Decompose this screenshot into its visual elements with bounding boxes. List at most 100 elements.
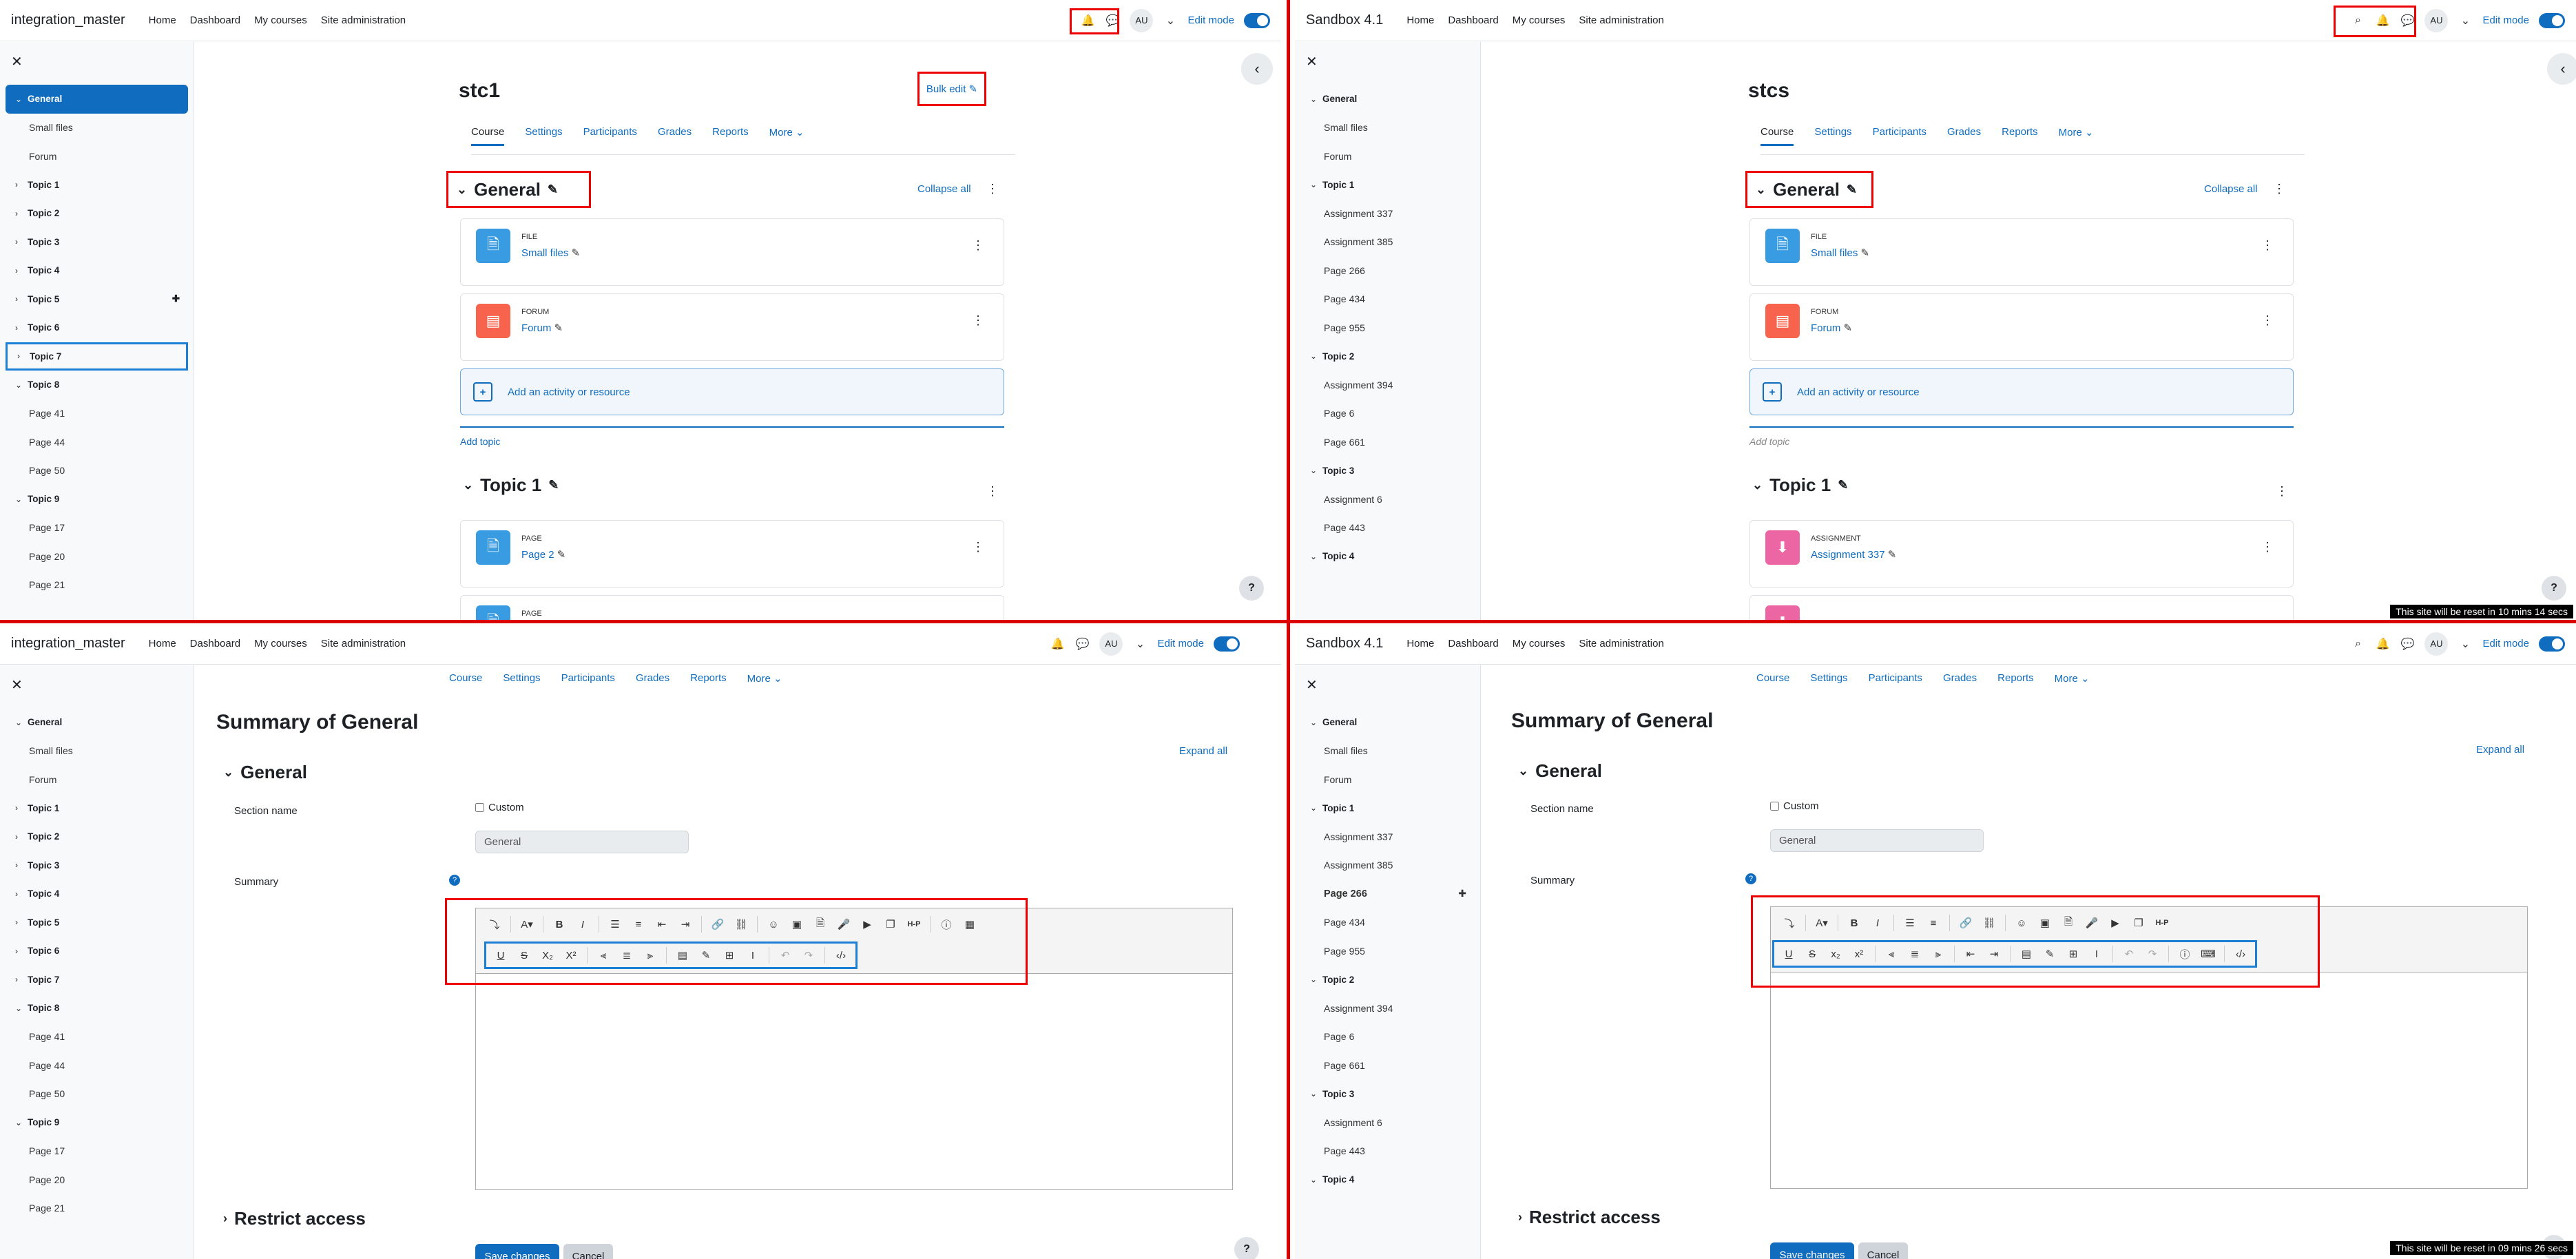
strikethrough-icon[interactable]: S bbox=[1802, 944, 1822, 964]
avatar[interactable]: AU bbox=[1130, 8, 1154, 32]
course-index-section[interactable]: ⌄ Topic 2 bbox=[1300, 342, 1475, 371]
microphone-icon[interactable]: 🎤 bbox=[833, 914, 854, 935]
media-icon[interactable]: ❐ bbox=[880, 914, 901, 935]
course-index-activity[interactable]: Assignment 385 bbox=[1300, 228, 1475, 257]
edit-icon[interactable]: ✎ bbox=[2039, 944, 2060, 964]
course-index-activity[interactable]: Assignment 6 bbox=[1300, 1108, 1475, 1137]
chevron-down-icon[interactable]: ⌄ bbox=[1310, 975, 1322, 984]
edit-mode-toggle[interactable] bbox=[1214, 636, 1240, 652]
bell-icon[interactable]: 🔔 bbox=[2375, 636, 2390, 652]
chevron-right-icon[interactable]: › bbox=[17, 351, 30, 361]
move-icon[interactable]: ✚ bbox=[1458, 888, 1466, 899]
subscript-icon[interactable]: x₂ bbox=[1825, 944, 1846, 964]
course-index-activity[interactable]: Page 50 bbox=[6, 457, 188, 486]
bulk-edit-button[interactable]: Bulk edit ✎ bbox=[917, 72, 986, 106]
course-index-activity[interactable]: Page 17 bbox=[6, 1137, 188, 1166]
tab-course[interactable]: Course bbox=[1760, 126, 1794, 146]
align-left-icon[interactable]: ⫷ bbox=[1881, 944, 1902, 964]
bell-icon[interactable]: 🔔 bbox=[1050, 636, 1065, 652]
course-index-activity[interactable]: Page 661 bbox=[1300, 428, 1475, 457]
fieldset-general[interactable]: ⌄ General bbox=[1518, 760, 1602, 782]
course-index-activity[interactable]: Page 266 ✚ bbox=[1300, 880, 1475, 908]
course-index-section[interactable]: › Topic 6 bbox=[6, 937, 188, 966]
chevron-down-icon[interactable]: ⌄ bbox=[457, 183, 467, 197]
expand-all-link[interactable]: Expand all bbox=[2476, 744, 2524, 756]
html-icon[interactable]: ‹/› bbox=[831, 945, 851, 966]
chevron-down-icon[interactable]: ⌄ bbox=[463, 478, 473, 492]
kebab-icon[interactable]: ⋮ bbox=[986, 484, 999, 499]
chat-icon[interactable]: 💬 bbox=[1105, 13, 1120, 28]
pencil-icon[interactable]: ✎ bbox=[554, 322, 563, 334]
help-icon[interactable]: ? bbox=[2542, 576, 2566, 601]
chevron-right-icon[interactable]: › bbox=[15, 975, 28, 984]
tab-grades[interactable]: Grades bbox=[1947, 126, 1981, 146]
tab-settings[interactable]: Settings bbox=[503, 672, 540, 685]
course-index-activity[interactable]: Forum bbox=[1300, 765, 1475, 794]
course-index-section[interactable]: › Topic 3 bbox=[6, 228, 188, 257]
text-cursor-icon[interactable]: I bbox=[2086, 944, 2107, 964]
course-index-activity[interactable]: Small files bbox=[1300, 737, 1475, 766]
tab-grades[interactable]: Grades bbox=[658, 126, 692, 146]
move-icon[interactable]: ✚ bbox=[172, 293, 180, 304]
calculator-icon[interactable]: ▤ bbox=[2016, 944, 2037, 964]
course-index-activity[interactable]: Small files bbox=[1300, 114, 1475, 143]
section-header-topic-1[interactable]: ⌄ Topic 1 ✎ bbox=[463, 475, 559, 496]
chevron-down-icon[interactable]: ⌄ bbox=[1310, 1089, 1322, 1099]
chat-icon[interactable]: 💬 bbox=[1074, 636, 1090, 652]
course-index-section[interactable]: › Topic 2 bbox=[6, 199, 188, 228]
pencil-icon[interactable]: ✎ bbox=[1847, 183, 1857, 197]
tab-reports[interactable]: Reports bbox=[712, 126, 749, 146]
cancel-button[interactable]: Cancel bbox=[563, 1244, 613, 1259]
course-index-section[interactable]: › Topic 1 bbox=[6, 794, 188, 823]
chevron-down-icon[interactable]: ⌄ bbox=[1518, 764, 1528, 778]
superscript-icon[interactable]: X² bbox=[561, 945, 581, 966]
avatar[interactable]: AU bbox=[2424, 632, 2449, 656]
chevron-down-icon[interactable]: ⌄ bbox=[223, 765, 233, 780]
section-header-general[interactable]: ⌄ General ✎ bbox=[446, 171, 591, 208]
chevron-down-icon[interactable]: ⌄ bbox=[15, 1003, 28, 1013]
tab-course[interactable]: Course bbox=[449, 672, 482, 685]
tab-more[interactable]: More ⌄ bbox=[769, 126, 804, 146]
activity-name[interactable]: Assignment 337 ✎ bbox=[1811, 548, 1896, 561]
nav-my-courses[interactable]: My courses bbox=[254, 638, 307, 649]
tab-participants[interactable]: Participants bbox=[1873, 126, 1926, 146]
course-index-activity[interactable]: Page 661 bbox=[1300, 1051, 1475, 1080]
tab-participants[interactable]: Participants bbox=[561, 672, 615, 685]
add-activity-button[interactable]: + Add an activity or resource bbox=[460, 368, 1004, 415]
chevron-down-icon[interactable]: ⌄ bbox=[1310, 1175, 1322, 1185]
close-icon[interactable]: ✕ bbox=[1306, 676, 1318, 694]
summary-editor[interactable]: ⤵ A▾ B I ☰ ≡ 🔗 ⛓ ☺ ▣ 🗎 🎤 ▶ ❐ H-P U S x₂ … bbox=[1770, 906, 2528, 1189]
align-left-icon[interactable]: ⫷ bbox=[593, 945, 614, 966]
course-index-activity[interactable]: Assignment 337 bbox=[1300, 199, 1475, 228]
nav-my-courses[interactable]: My courses bbox=[254, 14, 307, 26]
course-index-activity[interactable]: Page 20 bbox=[6, 542, 188, 571]
course-index-section[interactable]: › Topic 4 bbox=[6, 256, 188, 285]
course-index-activity[interactable]: Page 21 bbox=[6, 571, 188, 600]
course-index-activity[interactable]: Assignment 394 bbox=[1300, 371, 1475, 399]
chevron-down-icon[interactable]: ⌄ bbox=[1310, 466, 1322, 475]
course-index-section[interactable]: ⌄ Topic 9 bbox=[6, 1108, 188, 1137]
kebab-icon[interactable]: ⋮ bbox=[2261, 313, 2274, 328]
course-index-section[interactable]: › Topic 5 bbox=[6, 908, 188, 937]
course-index-activity[interactable]: Page 6 bbox=[1300, 399, 1475, 428]
fieldset-restrict-access[interactable]: › Restrict access bbox=[223, 1208, 366, 1229]
course-index-section[interactable]: › Topic 5 ✚ bbox=[6, 285, 188, 314]
file-icon[interactable]: 🗎 bbox=[2058, 913, 2079, 933]
chevron-down-icon[interactable]: ⌄ bbox=[15, 718, 28, 727]
course-index-activity[interactable]: Page 443 bbox=[1300, 1137, 1475, 1166]
course-index-activity[interactable]: Assignment 394 bbox=[1300, 994, 1475, 1023]
kebab-icon[interactable]: ⋮ bbox=[986, 182, 999, 196]
kebab-icon[interactable]: ⋮ bbox=[972, 313, 984, 328]
course-index-activity[interactable]: Page 6 bbox=[1300, 1023, 1475, 1052]
pencil-icon[interactable]: ✎ bbox=[1844, 322, 1853, 334]
chevron-down-icon[interactable]: ⌄ bbox=[1310, 351, 1322, 361]
search-icon[interactable]: ⌕ bbox=[2350, 636, 2365, 652]
video-icon[interactable]: ▶ bbox=[2105, 913, 2126, 933]
close-icon[interactable]: ✕ bbox=[11, 676, 23, 694]
tab-reports[interactable]: Reports bbox=[690, 672, 727, 685]
save-button[interactable]: Save changes bbox=[1770, 1242, 1854, 1259]
html-icon[interactable]: ‹/› bbox=[2230, 944, 2251, 964]
chevron-left-icon[interactable]: ‹ bbox=[2547, 53, 2576, 85]
section-name-field[interactable]: General bbox=[1770, 829, 1984, 852]
activity-name[interactable]: Small files ✎ bbox=[521, 247, 580, 259]
